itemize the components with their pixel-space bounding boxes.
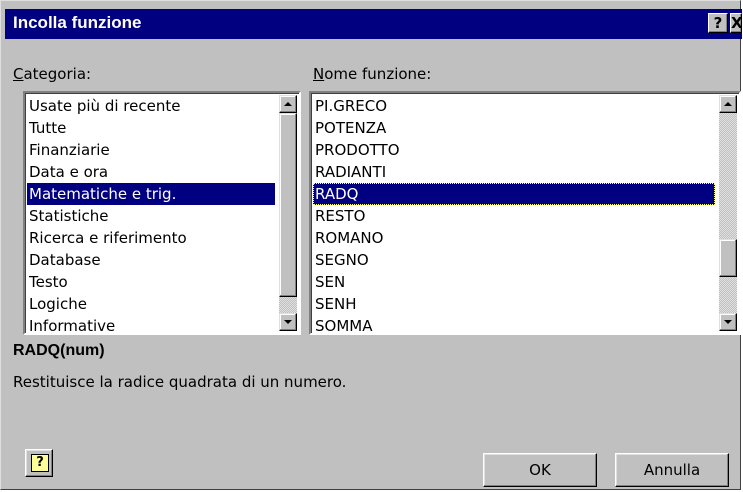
category-list-item[interactable]: Matematiche e trig. [27, 183, 275, 205]
function-list-item[interactable]: SENH [313, 293, 715, 315]
function-list-item[interactable]: PI.GRECO [313, 95, 715, 117]
cancel-button[interactable]: Annulla [615, 453, 729, 487]
function-description: Restituisce la radice quadrata di un num… [13, 373, 347, 391]
arrow-down-icon [724, 320, 732, 324]
category-scroll-down-button[interactable] [279, 313, 297, 331]
function-syntax: RADQ(num) [13, 342, 105, 359]
function-list-item[interactable]: POTENZA [313, 117, 715, 139]
category-scroll-thumb[interactable] [279, 113, 297, 297]
function-list-item[interactable]: ROMANO [313, 227, 715, 249]
category-list-item[interactable]: Statistiche [27, 205, 275, 227]
function-list-item[interactable]: RESTO [313, 205, 715, 227]
category-list-item[interactable]: Database [27, 249, 275, 271]
question-mark-icon: ? [713, 14, 723, 32]
function-name-label: Nome funzione: [313, 65, 432, 83]
function-list-item[interactable]: SEN [313, 271, 715, 293]
function-list-item[interactable]: SOMMA [313, 315, 715, 333]
arrow-up-icon [724, 102, 732, 106]
function-scrollbar[interactable] [719, 95, 737, 331]
function-list-item[interactable]: SEGNO [313, 249, 715, 271]
category-list-item[interactable]: Finanziarie [27, 139, 275, 161]
category-list: Usate più di recente Tutte Finanziarie Data… [27, 95, 275, 333]
category-list-item[interactable]: Testo [27, 271, 275, 293]
close-icon: X [731, 14, 742, 32]
category-list-item[interactable]: Logiche [27, 293, 275, 315]
function-scroll-thumb[interactable] [719, 239, 737, 277]
category-label: Categoria: [13, 65, 92, 83]
category-scrollbar[interactable] [279, 95, 297, 331]
category-list-item[interactable]: Usate più di recente [27, 95, 275, 117]
help-button[interactable]: ? [708, 13, 728, 33]
window-title: Incolla funzione [13, 13, 142, 32]
function-scroll-up-button[interactable] [719, 95, 737, 113]
office-assistant-button[interactable]: ? [25, 449, 53, 477]
function-listbox[interactable]: PI.GRECO POTENZA PRODOTTO RADIANTI RADQ RESTO… [309, 91, 741, 335]
arrow-up-icon [284, 102, 292, 106]
ok-button[interactable]: OK [483, 453, 597, 487]
category-listbox[interactable]: Usate più di recente Tutte Finanziarie Data… [23, 91, 301, 335]
function-scroll-down-button[interactable] [719, 313, 737, 331]
function-list: PI.GRECO POTENZA PRODOTTO RADIANTI RADQ RESTO… [313, 95, 715, 333]
help-icon: ? [31, 454, 49, 472]
category-list-item[interactable]: Data e ora [27, 161, 275, 183]
function-list-item[interactable]: PRODOTTO [313, 139, 715, 161]
arrow-down-icon [284, 320, 292, 324]
function-list-item[interactable]: RADQ [313, 183, 715, 205]
category-list-item[interactable]: Tutte [27, 117, 275, 139]
title-bar[interactable]: Incolla funzione ? X [5, 9, 742, 39]
category-list-item[interactable]: Ricerca e riferimento [27, 227, 275, 249]
close-button[interactable]: X [730, 13, 742, 33]
category-scroll-up-button[interactable] [279, 95, 297, 113]
function-list-item[interactable]: RADIANTI [313, 161, 715, 183]
category-list-item[interactable]: Informative [27, 315, 275, 333]
paste-function-dialog: Incolla funzione ? X Categoria: Nome fun… [0, 0, 742, 490]
